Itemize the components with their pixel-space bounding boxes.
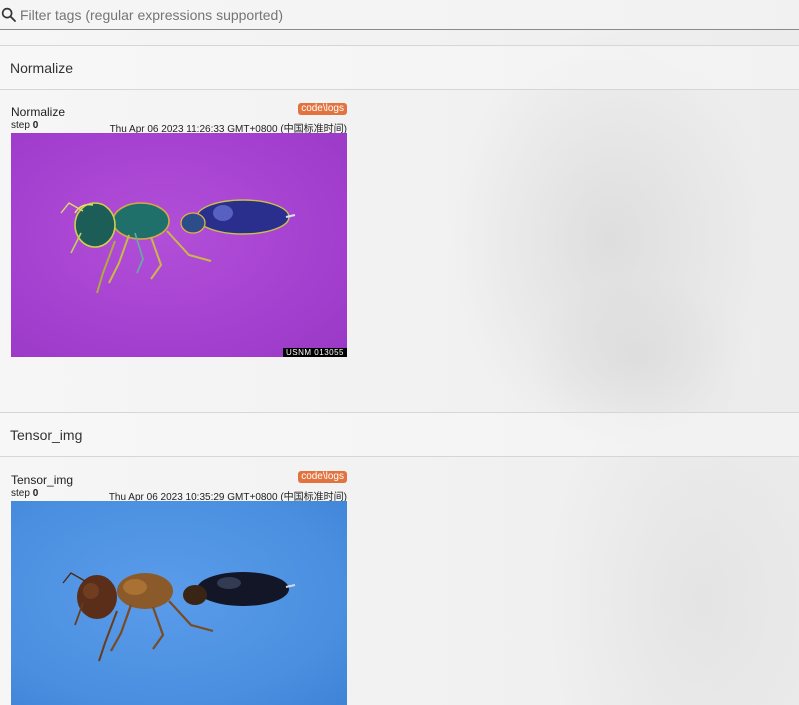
run-badge: code\logs <box>298 103 347 115</box>
step-indicator: step 0 <box>11 488 39 499</box>
section-header-tensor-img[interactable]: Tensor_img <box>0 412 799 457</box>
card-title: Normalize <box>11 105 66 119</box>
step-indicator: step 0 <box>11 120 39 131</box>
tag-filter-input[interactable] <box>18 6 780 23</box>
image-card-tensor-img: Tensor_img code\logs step 0 Thu Apr 06 2… <box>11 471 347 705</box>
section-title: Normalize <box>10 59 74 76</box>
run-badge: code\logs <box>298 471 347 483</box>
tag-filter-bar <box>0 0 799 30</box>
image-card-normalize: Normalize code\logs step 0 Thu Apr 06 20… <box>11 103 347 357</box>
section-header-normalize[interactable]: Normalize <box>0 45 799 90</box>
image-original-ant[interactable] <box>11 501 347 705</box>
section-title: Tensor_img <box>10 426 83 443</box>
card-title: Tensor_img <box>11 473 74 487</box>
specimen-stamp: USNM 013055 <box>283 348 347 357</box>
images-dashboard: Normalize Normalize code\logs step 0 Thu… <box>0 0 799 705</box>
search-icon <box>1 7 16 22</box>
image-normalized-ant[interactable]: USNM 013055 <box>11 133 347 357</box>
